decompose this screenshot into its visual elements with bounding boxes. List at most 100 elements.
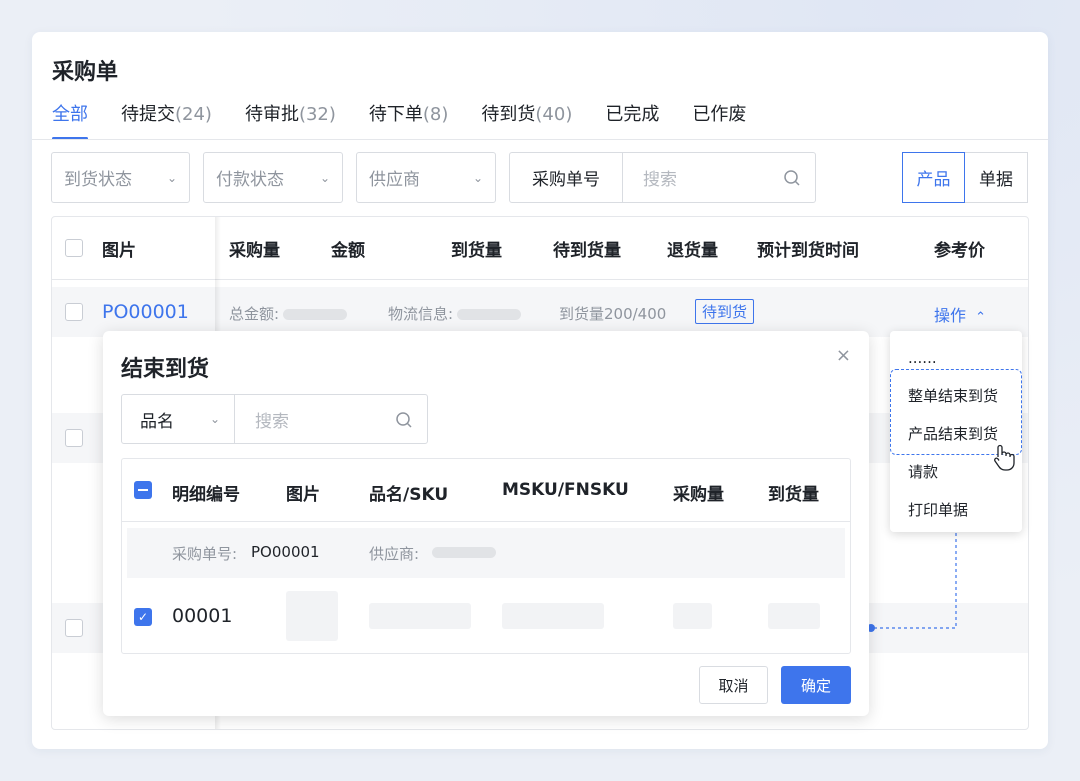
view-toggle: 产品 单据 xyxy=(902,152,1028,203)
search-icon[interactable] xyxy=(395,411,413,429)
arrival-quantity: 到货量200/400 xyxy=(559,305,667,323)
menu-item-payment-request[interactable]: 请款 xyxy=(908,461,938,482)
table-row xyxy=(52,287,1028,337)
product-view-button[interactable]: 产品 xyxy=(902,152,965,203)
chevron-down-icon: ⌄ xyxy=(166,170,177,185)
select-placeholder: 到货状态 xyxy=(64,170,132,190)
end-arrival-dialog: 结束到货 × 品名 ⌄ 搜索 明细编号 图片 品名/SKU MSKU/FNSKU … xyxy=(103,331,869,716)
operations-label: 操作 xyxy=(934,306,967,325)
placeholder-bar xyxy=(283,309,348,320)
supplier-select[interactable]: 供应商 ⌄ xyxy=(356,152,496,203)
search-placeholder: 搜索 xyxy=(255,411,289,432)
tab-count: (40) xyxy=(535,104,573,125)
page-title: 采购单 xyxy=(52,60,119,85)
search-group: 采购单号 搜索 xyxy=(509,152,816,203)
search-field-select[interactable]: 品名 ⌄ xyxy=(122,395,235,443)
confirm-button[interactable]: 确定 xyxy=(781,666,851,704)
close-icon[interactable]: × xyxy=(836,345,851,366)
row-checkbox[interactable] xyxy=(65,619,83,637)
check-icon[interactable]: ✓ xyxy=(134,608,152,626)
table-header: 图片 采购量 金额 到货量 待到货量 退货量 预计到货时间 参考价 xyxy=(52,217,1028,280)
tab-label: 待提交 xyxy=(121,104,175,125)
tab-completed[interactable]: 已完成 xyxy=(605,100,659,140)
cancel-button[interactable]: 取消 xyxy=(699,666,768,704)
chevron-down-icon: ⌄ xyxy=(209,412,220,426)
menu-item-print[interactable]: 打印单据 xyxy=(908,499,968,520)
column-header: 参考价 xyxy=(934,241,985,261)
column-header: 预计到货时间 xyxy=(757,241,859,261)
tab-pending-order[interactable]: 待下单(8) xyxy=(369,100,449,140)
tab-voided[interactable]: 已作废 xyxy=(692,100,746,140)
purchase-qty-placeholder xyxy=(673,603,712,629)
dialog-title: 结束到货 xyxy=(121,357,210,382)
column-header: 退货量 xyxy=(667,241,718,261)
search-field-select[interactable]: 采购单号 xyxy=(510,153,623,202)
tab-label: 全部 xyxy=(52,104,88,125)
tab-label: 待审批 xyxy=(244,104,299,125)
total-amount: 总金额: xyxy=(229,303,348,324)
column-header: 品名/SKU xyxy=(369,485,449,505)
row-checkbox[interactable] xyxy=(65,429,83,447)
select-placeholder: 供应商 xyxy=(369,170,420,190)
column-header: MSKU/FNSKU xyxy=(502,480,629,500)
product-name-placeholder xyxy=(369,603,471,629)
column-header: 采购量 xyxy=(229,241,280,261)
status-badge: 待到货 xyxy=(695,299,755,324)
operations-dropdown[interactable]: 操作 ⌃ xyxy=(934,302,986,326)
pointer-hand-icon xyxy=(994,444,1015,471)
logistics-info: 物流信息: xyxy=(388,303,522,324)
column-header: 到货量 xyxy=(768,485,819,505)
product-image-placeholder xyxy=(286,591,338,641)
dialog-search-input[interactable]: 搜索 xyxy=(235,395,427,443)
logistics-label: 物流信息: xyxy=(388,305,454,323)
placeholder-bar xyxy=(432,547,496,558)
search-icon[interactable] xyxy=(783,169,801,187)
placeholder-bar xyxy=(457,309,522,320)
arrival-status-select[interactable]: 到货状态 ⌄ xyxy=(51,152,190,203)
row-checkbox[interactable] xyxy=(65,303,83,321)
select-all-checkbox[interactable] xyxy=(65,239,83,257)
tab-pending-arrival[interactable]: 待到货(40) xyxy=(481,100,572,140)
tab-count: (24) xyxy=(175,104,212,125)
arrival-qty-placeholder xyxy=(768,603,820,629)
document-view-button[interactable]: 单据 xyxy=(965,152,1028,203)
search-input[interactable]: 搜索 xyxy=(623,153,815,202)
tab-label: 已完成 xyxy=(605,104,660,125)
group-supplier-label: 供应商: xyxy=(369,545,420,563)
dialog-search-group: 品名 ⌄ 搜索 xyxy=(121,394,428,444)
tab-count: (32) xyxy=(298,104,336,125)
select-placeholder: 付款状态 xyxy=(216,170,284,190)
group-row: 采购单号: PO00001 供应商: xyxy=(127,528,845,578)
tab-count: (8) xyxy=(422,104,449,125)
column-header: 待到货量 xyxy=(553,241,621,261)
highlight-box xyxy=(890,369,1022,455)
column-header: 采购量 xyxy=(673,485,724,505)
tab-pending-approval[interactable]: 待审批(32) xyxy=(245,100,336,140)
group-po-label: 采购单号: xyxy=(172,545,238,563)
column-header: 到货量 xyxy=(451,241,502,261)
total-amount-label: 总金额: xyxy=(229,305,280,323)
tab-pending-submit[interactable]: 待提交(24) xyxy=(121,100,212,140)
tab-all[interactable]: 全部 xyxy=(52,100,88,140)
tab-label: 待下单 xyxy=(368,104,423,125)
search-placeholder: 搜索 xyxy=(643,170,677,190)
chevron-down-icon: ⌄ xyxy=(472,170,483,185)
column-header: 图片 xyxy=(102,241,136,261)
payment-status-select[interactable]: 付款状态 ⌄ xyxy=(203,152,343,203)
tab-label: 已作废 xyxy=(692,104,747,125)
status-tabs: 全部 待提交(24) 待审批(32) 待下单(8) 待到货(40) 已完成 已作… xyxy=(52,100,779,140)
group-po-value: PO00001 xyxy=(251,543,320,561)
detail-id: 00001 xyxy=(172,605,233,627)
column-header: 金额 xyxy=(331,241,365,261)
tab-divider xyxy=(32,139,1048,140)
tab-label: 待到货 xyxy=(481,104,536,125)
header-divider xyxy=(122,521,850,522)
detail-table: 明细编号 图片 品名/SKU MSKU/FNSKU 采购量 到货量 采购单号: … xyxy=(121,458,851,654)
menu-item-more[interactable]: ...... xyxy=(908,349,937,367)
chevron-down-icon: ⌄ xyxy=(319,170,330,185)
indeterminate-icon[interactable] xyxy=(134,481,152,499)
chevron-up-icon: ⌃ xyxy=(975,310,987,325)
select-value: 品名 xyxy=(140,411,174,432)
po-number-link[interactable]: PO00001 xyxy=(102,301,189,323)
msku-placeholder xyxy=(502,603,604,629)
